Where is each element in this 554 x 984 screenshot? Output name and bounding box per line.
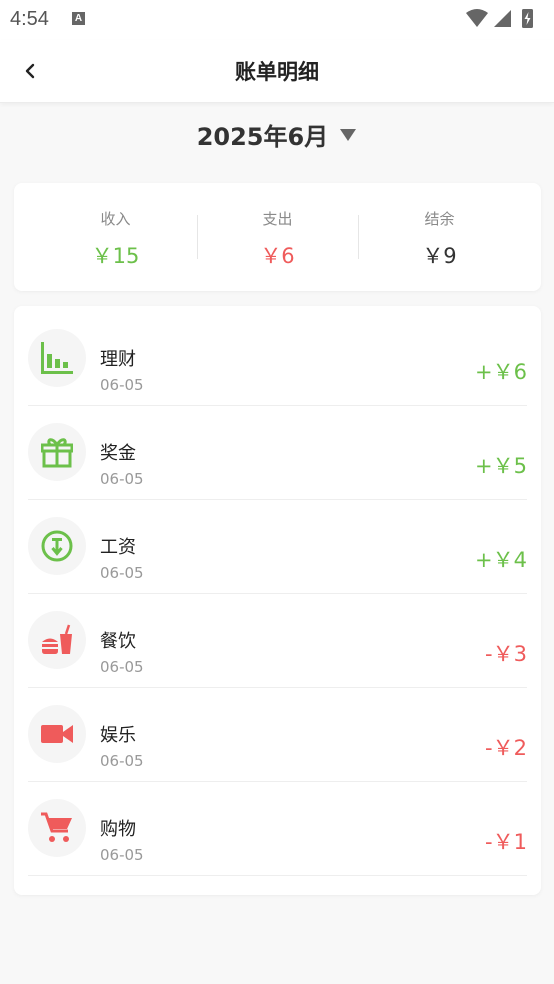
- status-bar: 4:54 A: [0, 0, 554, 40]
- transaction-row-yule[interactable]: 娱乐 06-05 -￥2: [28, 688, 527, 782]
- transaction-date: 06-05: [100, 564, 144, 582]
- gift-icon: [28, 423, 86, 481]
- transaction-name: 购物: [100, 819, 136, 840]
- transaction-date: 06-05: [100, 376, 144, 394]
- shopping-cart-icon: [28, 799, 86, 857]
- transaction-name: 娱乐: [100, 725, 136, 746]
- bar-chart-icon: [28, 329, 86, 387]
- balance-label: 结余: [424, 210, 455, 228]
- month-label: 2025年6月: [196, 123, 329, 151]
- transaction-date: 06-05: [100, 658, 144, 676]
- status-time: 4:54: [10, 8, 49, 30]
- transaction-name: 理财: [100, 349, 136, 370]
- expense-value: ￥6: [260, 244, 295, 268]
- balance-summary: 结余 ￥9: [359, 183, 520, 291]
- transaction-date: 06-05: [100, 470, 144, 488]
- nav-bar: 账单明细: [0, 40, 554, 103]
- wifi-icon: [466, 9, 488, 27]
- notification-icon: A: [72, 12, 85, 25]
- summary-card: 收入 ￥15 支出 ￥6 结余 ￥9: [14, 183, 541, 291]
- transaction-amount: +￥4: [475, 548, 527, 572]
- signal-icon: [494, 10, 511, 27]
- transaction-date: 06-05: [100, 846, 144, 864]
- income-label: 收入: [100, 210, 131, 228]
- transaction-date: 06-05: [100, 752, 144, 770]
- transaction-amount: +￥6: [475, 360, 527, 384]
- transaction-row-gongzi[interactable]: 工资 06-05 +￥4: [28, 500, 527, 594]
- expense-label: 支出: [262, 210, 293, 228]
- transaction-amount: -￥3: [485, 642, 527, 666]
- salary-icon: [28, 517, 86, 575]
- food-drink-icon: [28, 611, 86, 669]
- transaction-amount: -￥1: [485, 830, 527, 854]
- income-value: ￥15: [91, 244, 140, 268]
- transaction-name: 餐饮: [100, 631, 136, 652]
- expense-summary: 支出 ￥6: [197, 183, 358, 291]
- transaction-name: 工资: [100, 537, 136, 558]
- transaction-amount: +￥5: [475, 454, 527, 478]
- balance-value: ￥9: [422, 244, 457, 268]
- transaction-row-jiangjin[interactable]: 奖金 06-05 +￥5: [28, 406, 527, 500]
- income-summary: 收入 ￥15: [35, 183, 196, 291]
- dropdown-arrow-icon: [340, 128, 357, 141]
- video-camera-icon: [28, 705, 86, 763]
- transaction-row-canyin[interactable]: 餐饮 06-05 -￥3: [28, 594, 527, 688]
- page-title: 账单明细: [235, 60, 319, 84]
- status-icons: [466, 9, 533, 28]
- transaction-amount: -￥2: [485, 736, 527, 760]
- transaction-row-licai[interactable]: 理财 06-05 +￥6: [28, 312, 527, 406]
- month-selector[interactable]: 2025年6月: [0, 117, 554, 159]
- transaction-name: 奖金: [100, 443, 136, 464]
- transaction-row-gouwu[interactable]: 购物 06-05 -￥1: [28, 782, 527, 876]
- transaction-list: 理财 06-05 +￥6 奖金 06-05 +￥5 工资 06-05 +￥4 餐…: [14, 306, 541, 895]
